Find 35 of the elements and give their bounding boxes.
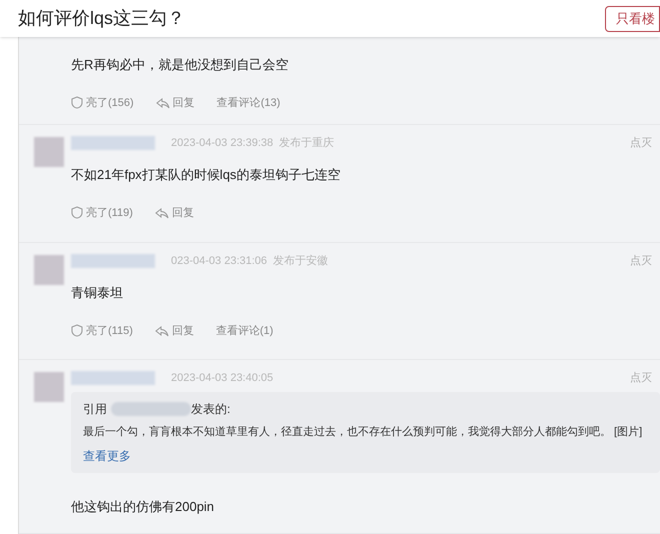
avatar-icon — [34, 137, 64, 167]
only-op-button[interactable]: 只看楼 — [605, 6, 660, 32]
view-comments-link[interactable]: 查看评论(13) — [216, 94, 280, 111]
post-time: 023-04-03 23:31:06 — [171, 254, 268, 269]
view-more-link[interactable]: 查看更多 — [83, 446, 131, 464]
quote-text: 最后一个勾，肓肓根本不知道草里有人，径直走过去，也不存在什么预判可能，我觉得大部分人都能勾到吧。 [图片] — [83, 424, 644, 440]
post-text: 他这钩出的仿佛有200pin — [71, 498, 216, 516]
shield-icon — [71, 96, 83, 110]
quote-suffix: 发表的: — [191, 401, 230, 418]
like-button[interactable]: 亮了(156) — [71, 94, 134, 111]
post-location: 发布于重庆 — [279, 136, 334, 151]
like-button[interactable]: 亮了(119) — [71, 204, 133, 221]
post-location: 发布于安徽 — [273, 254, 328, 269]
like-button[interactable]: 亮了(115) — [71, 322, 133, 339]
report-link[interactable]: 点灭 — [630, 134, 652, 152]
avatar-icon — [34, 255, 64, 285]
reply-button[interactable]: 回复 — [154, 204, 194, 221]
reply-icon — [154, 206, 169, 219]
reply-icon — [156, 96, 170, 109]
shield-icon — [71, 206, 83, 220]
post-time: 2023-04-03 23:39:38 — [171, 136, 274, 151]
report-link[interactable]: 点灭 — [630, 370, 652, 386]
report-link[interactable]: 点灭 — [630, 252, 652, 270]
avatar-icon — [34, 372, 64, 402]
post-text: 不如21年fpx打某队的时候lqs的泰坦钩子七连空 — [71, 166, 342, 184]
post-text: 先R再钩必中，就是他没想到自己会空 — [71, 56, 290, 74]
reply-button[interactable]: 回复 — [156, 94, 195, 111]
reply-button[interactable]: 回复 — [154, 322, 194, 339]
page-title: 如何评价lqs这三勾？ — [18, 7, 186, 30]
view-comments-link[interactable]: 查看评论(1) — [216, 322, 274, 339]
shield-icon — [71, 324, 83, 338]
quote-prefix: 引用 — [83, 401, 107, 418]
post-time: 2023-04-03 23:40:05 — [171, 370, 274, 386]
post-text: 青铜泰坦 — [71, 284, 124, 302]
reply-icon — [154, 324, 169, 337]
